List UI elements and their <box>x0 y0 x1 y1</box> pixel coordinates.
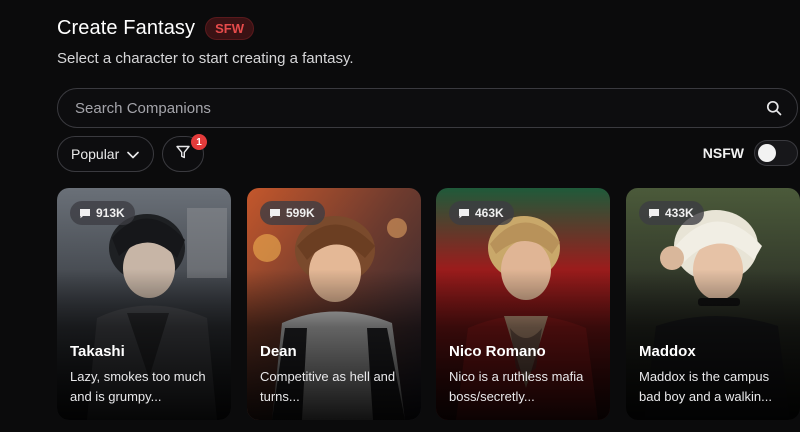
search-icon[interactable] <box>765 99 783 117</box>
character-grid: 913K Takashi Lazy, smokes too much and i… <box>57 188 800 432</box>
chat-count: 913K <box>96 206 125 220</box>
sort-dropdown[interactable]: Popular <box>57 136 154 172</box>
character-card[interactable]: 913K Takashi Lazy, smokes too much and i… <box>57 188 231 420</box>
chat-count-chip: 463K <box>449 201 514 225</box>
filter-button[interactable]: 1 <box>162 134 207 172</box>
character-description: Competitive as hell and turns... <box>260 369 396 404</box>
toggle-knob <box>758 144 776 162</box>
filter-icon <box>175 144 191 165</box>
nsfw-label: NSFW <box>702 145 744 161</box>
chat-count: 599K <box>286 206 315 220</box>
character-description: Maddox is the campus bad boy and a walki… <box>639 369 772 404</box>
character-name: Takashi <box>70 343 125 360</box>
character-name: Dean <box>260 343 297 360</box>
chat-bubble-icon <box>80 208 90 218</box>
chat-count-chip: 913K <box>70 201 135 225</box>
chat-count-chip: 599K <box>260 201 325 225</box>
character-card[interactable]: 599K Dean Competitive as hell and turns.… <box>247 188 421 420</box>
character-card[interactable]: 433K Maddox Maddox is the campus bad boy… <box>626 188 800 420</box>
search-bar[interactable] <box>57 88 798 128</box>
character-name: Maddox <box>639 343 696 360</box>
chat-bubble-icon <box>649 208 659 218</box>
search-input[interactable] <box>75 99 765 117</box>
chat-count: 463K <box>475 206 504 220</box>
chat-bubble-icon <box>270 208 280 218</box>
nsfw-toggle[interactable] <box>754 140 798 166</box>
sfw-badge: SFW <box>205 17 255 40</box>
nsfw-toggle-group: NSFW <box>703 140 798 166</box>
chat-count-chip: 433K <box>639 201 704 225</box>
sort-label: Popular <box>71 146 120 162</box>
character-description: Lazy, smokes too much and is grumpy... <box>70 369 206 404</box>
chevron-down-icon <box>127 146 140 162</box>
chat-bubble-icon <box>459 208 469 218</box>
character-name: Nico Romano <box>449 343 546 360</box>
character-card[interactable]: 463K Nico Romano Nico is a ruthless mafi… <box>436 188 610 420</box>
page-subtitle: Select a character to start creating a f… <box>57 50 354 67</box>
filter-count-badge: 1 <box>191 134 207 150</box>
page-header: Create Fantasy SFW <box>57 17 255 40</box>
page-title: Create Fantasy <box>57 17 196 39</box>
filter-controls: Popular 1 NSFW <box>57 134 798 172</box>
chat-count: 433K <box>665 206 694 220</box>
character-description: Nico is a ruthless mafia boss/secretly..… <box>449 369 584 404</box>
